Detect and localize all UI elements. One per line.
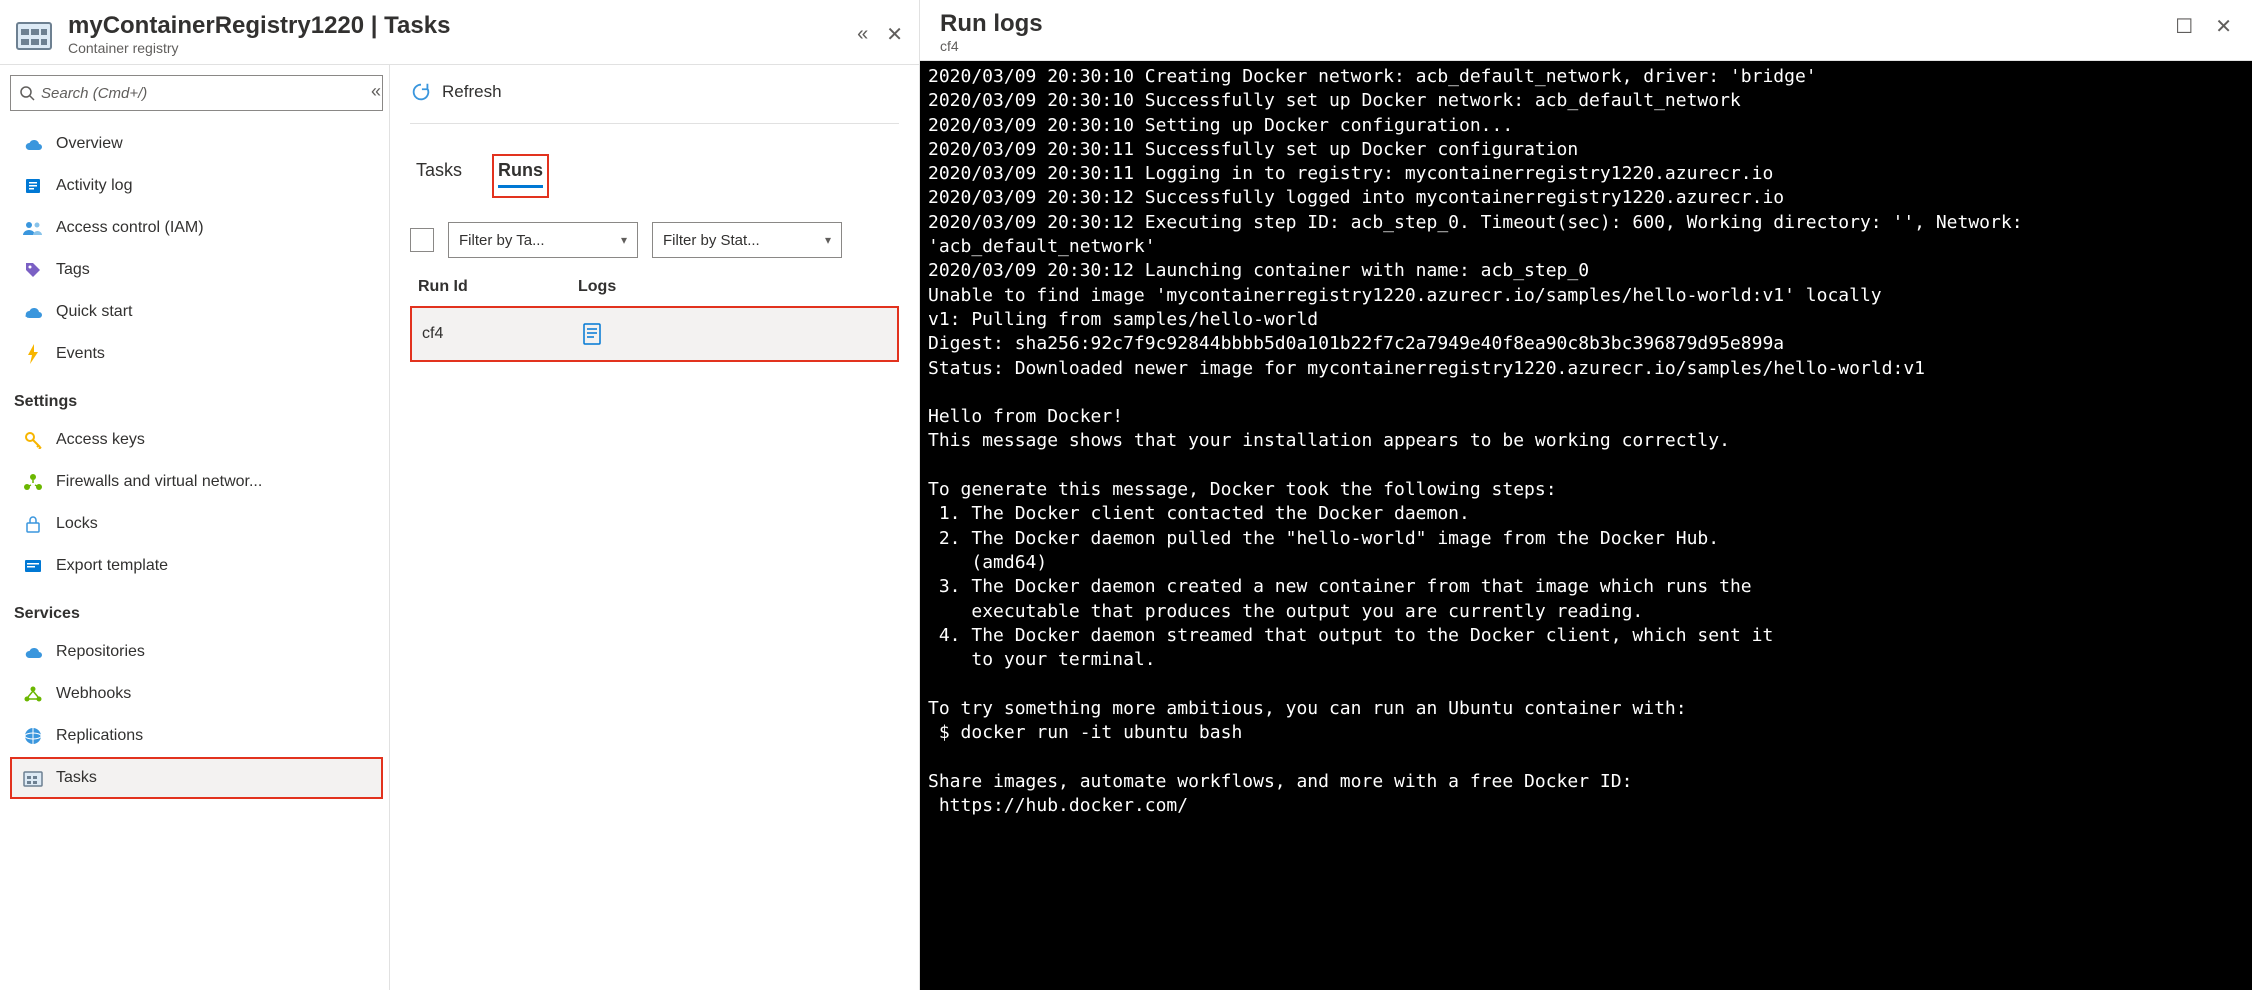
select-all-checkbox[interactable] bbox=[410, 228, 434, 252]
nav-label: Overview bbox=[56, 135, 123, 153]
nav-label: Firewalls and virtual networ... bbox=[56, 473, 262, 491]
nav-label: Events bbox=[56, 345, 105, 363]
chevron-down-icon: ▾ bbox=[825, 233, 831, 247]
filter-label: Filter by Ta... bbox=[459, 232, 545, 249]
blade-subtitle: Container registry bbox=[68, 40, 847, 56]
blade-header: myContainerRegistry1220 | Tasks Containe… bbox=[0, 0, 919, 65]
sidebar-collapse-icon[interactable]: « bbox=[371, 81, 381, 102]
filter-by-task-dropdown[interactable]: Filter by Ta... ▾ bbox=[448, 222, 638, 258]
nav-label: Export template bbox=[56, 557, 168, 575]
sidebar-item-locks[interactable]: Locks bbox=[10, 503, 383, 545]
tasks-icon bbox=[22, 767, 44, 789]
tab-runs[interactable]: Runs bbox=[492, 154, 549, 198]
sidebar-item-activity-log[interactable]: Activity log bbox=[10, 165, 383, 207]
key-icon bbox=[22, 429, 44, 451]
filter-by-status-dropdown[interactable]: Filter by Stat... ▾ bbox=[652, 222, 842, 258]
nav-label: Access keys bbox=[56, 431, 145, 449]
lock-icon bbox=[22, 513, 44, 535]
sidebar-item-overview[interactable]: Overview bbox=[10, 123, 383, 165]
col-logs: Logs bbox=[578, 278, 616, 296]
tab-label: Tasks bbox=[416, 160, 462, 180]
sidebar-item-events[interactable]: Events bbox=[10, 333, 383, 375]
lightning-icon bbox=[22, 343, 44, 365]
export-icon bbox=[22, 555, 44, 577]
sidebar-item-firewalls[interactable]: Firewalls and virtual networ... bbox=[10, 461, 383, 503]
maximize-icon[interactable]: ☐ bbox=[2175, 14, 2193, 39]
refresh-label: Refresh bbox=[442, 82, 502, 102]
nav-label: Replications bbox=[56, 727, 143, 745]
logs-title: Run logs bbox=[940, 10, 2175, 38]
nav-label: Locks bbox=[56, 515, 98, 533]
sidebar-item-replications[interactable]: Replications bbox=[10, 715, 383, 757]
sidebar: « Overview Activity log Access control (… bbox=[0, 65, 390, 990]
nav-label: Quick start bbox=[56, 303, 132, 321]
nav-label: Repositories bbox=[56, 643, 145, 661]
nav-label: Access control (IAM) bbox=[56, 219, 204, 237]
run-id-cell: cf4 bbox=[422, 325, 522, 343]
close-blade-icon[interactable]: ✕ bbox=[886, 22, 903, 47]
nav-label: Tasks bbox=[56, 769, 97, 787]
run-row[interactable]: cf4 bbox=[410, 306, 899, 362]
refresh-button[interactable]: Refresh bbox=[410, 77, 899, 124]
collapse-blade-icon[interactable]: « bbox=[857, 23, 868, 46]
sidebar-item-tasks[interactable]: Tasks bbox=[10, 757, 383, 799]
sidebar-item-webhooks[interactable]: Webhooks bbox=[10, 673, 383, 715]
sidebar-item-export-template[interactable]: Export template bbox=[10, 545, 383, 587]
filter-label: Filter by Stat... bbox=[663, 232, 760, 249]
col-run-id: Run Id bbox=[418, 278, 518, 296]
logs-icon[interactable] bbox=[582, 322, 602, 346]
tab-label: Runs bbox=[498, 160, 543, 180]
section-services: Services bbox=[10, 587, 383, 631]
webhook-icon bbox=[22, 683, 44, 705]
refresh-icon bbox=[410, 81, 432, 103]
nav-label: Tags bbox=[56, 261, 90, 279]
repositories-icon bbox=[22, 641, 44, 663]
sidebar-item-access-control[interactable]: Access control (IAM) bbox=[10, 207, 383, 249]
search-icon bbox=[19, 85, 35, 101]
close-icon[interactable]: ✕ bbox=[2215, 14, 2232, 39]
sidebar-search[interactable] bbox=[10, 75, 383, 111]
nav-label: Activity log bbox=[56, 177, 132, 195]
sidebar-item-tags[interactable]: Tags bbox=[10, 249, 383, 291]
tab-tasks[interactable]: Tasks bbox=[410, 154, 468, 198]
chevron-down-icon: ▾ bbox=[621, 233, 627, 247]
sidebar-item-repositories[interactable]: Repositories bbox=[10, 631, 383, 673]
sidebar-item-access-keys[interactable]: Access keys bbox=[10, 419, 383, 461]
nav-label: Webhooks bbox=[56, 685, 131, 703]
rocket-icon bbox=[22, 301, 44, 323]
log-icon bbox=[22, 175, 44, 197]
tag-icon bbox=[22, 259, 44, 281]
container-registry-icon bbox=[10, 10, 58, 58]
console-output[interactable]: 2020/03/09 20:30:10 Creating Docker netw… bbox=[920, 61, 2252, 990]
search-input[interactable] bbox=[41, 85, 374, 102]
people-icon bbox=[22, 217, 44, 239]
section-settings: Settings bbox=[10, 375, 383, 419]
globe-icon bbox=[22, 725, 44, 747]
logs-subtitle: cf4 bbox=[940, 38, 2175, 54]
runs-pane: Refresh Tasks Runs Filter by Ta... ▾ bbox=[390, 65, 919, 990]
logs-header: Run logs cf4 ☐ ✕ bbox=[920, 0, 2252, 61]
sidebar-item-quick-start[interactable]: Quick start bbox=[10, 291, 383, 333]
cloud-icon bbox=[22, 133, 44, 155]
network-icon bbox=[22, 471, 44, 493]
blade-title: myContainerRegistry1220 | Tasks bbox=[68, 12, 847, 41]
